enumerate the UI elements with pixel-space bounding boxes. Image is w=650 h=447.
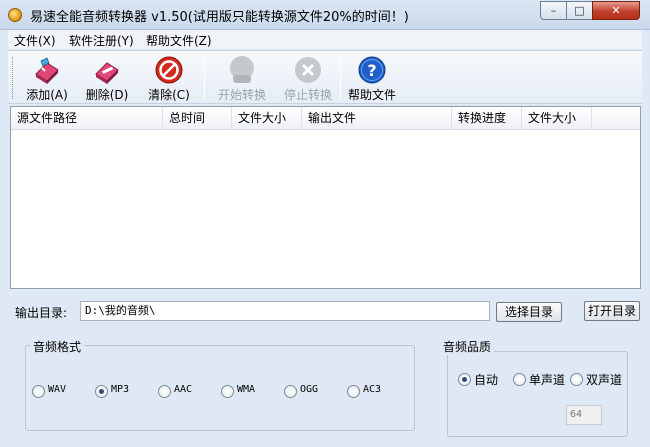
format-radio-ogg[interactable]: OGG <box>284 384 334 400</box>
format-radio-wma[interactable]: WMA <box>221 384 271 400</box>
add-button[interactable]: 添加(A) <box>22 53 72 103</box>
toolbar-separator <box>204 57 205 99</box>
column-output-file[interactable]: 输出文件 <box>302 107 452 130</box>
stop-convert-icon <box>295 57 321 83</box>
quality-radio-auto[interactable]: 自动 <box>458 372 508 388</box>
start-convert-button[interactable]: 开始转换 <box>212 53 272 103</box>
quality-label: 自动 <box>474 373 499 387</box>
delete-button[interactable]: 删除(D) <box>82 53 132 103</box>
start-convert-label: 开始转换 <box>217 88 266 102</box>
close-button[interactable]: ✕ <box>592 1 640 20</box>
radio-circle <box>158 385 171 398</box>
menu-register[interactable]: 软件注册(Y) <box>69 32 134 49</box>
help-label: 帮助文件 <box>347 88 396 102</box>
column-output-size[interactable]: 文件大小 <box>522 107 592 130</box>
radio-circle <box>570 373 583 386</box>
clear-icon <box>155 56 183 84</box>
format-radio-mp3[interactable]: MP3 <box>95 384 145 400</box>
clear-button[interactable]: 清除(C) <box>144 53 194 103</box>
audio-quality-title: 音频品质 <box>440 338 495 355</box>
quality-radio-mono[interactable]: 单声道 <box>513 372 573 388</box>
format-radio-ac3[interactable]: AC3 <box>347 384 397 400</box>
stop-convert-button[interactable]: 停止转换 <box>278 53 338 103</box>
open-dir-button[interactable]: 打开目录 <box>584 301 640 321</box>
column-source-path[interactable]: 源文件路径 <box>11 107 163 130</box>
file-list[interactable]: 源文件路径 总时间 文件大小 输出文件 转换进度 文件大小 <box>10 106 641 289</box>
radio-circle <box>458 373 471 386</box>
format-label: WMA <box>237 384 256 395</box>
format-label: AC3 <box>363 384 382 395</box>
quality-radio-stereo[interactable]: 双声道 <box>570 372 630 388</box>
title-bar[interactable]: 易速全能音频转换器 v1.50(试用版只能转换源文件20%的时间！) – □ ✕ <box>0 0 650 30</box>
toolbar: 添加(A) 删除(D) 清除(C) 开始转换 停止转换 ? 帮助文件 <box>8 50 642 104</box>
output-dir-field[interactable]: D:\我的音频\ <box>80 301 490 321</box>
app-icon <box>8 8 22 22</box>
toolbar-separator <box>340 57 341 99</box>
menu-file[interactable]: 文件(X) <box>14 32 56 49</box>
choose-dir-button[interactable]: 选择目录 <box>496 302 562 322</box>
minimize-button[interactable]: – <box>540 1 567 20</box>
menu-bar: 文件(X) 软件注册(Y) 帮助文件(Z) <box>8 30 642 49</box>
radio-circle <box>221 385 234 398</box>
format-radio-aac[interactable]: AAC <box>158 384 208 400</box>
window-title: 易速全能音频转换器 v1.50(试用版只能转换源文件20%的时间！) <box>30 10 409 25</box>
column-progress[interactable]: 转换进度 <box>452 107 522 130</box>
maximize-button[interactable]: □ <box>566 1 593 20</box>
add-file-icon <box>35 57 59 84</box>
stop-convert-label: 停止转换 <box>283 88 332 102</box>
delete-file-icon <box>95 62 119 84</box>
radio-circle <box>284 385 297 398</box>
add-label: 添加(A) <box>26 88 68 102</box>
radio-circle <box>513 373 526 386</box>
format-label: MP3 <box>111 384 130 395</box>
quality-label: 单声道 <box>529 373 566 387</box>
column-file-size[interactable]: 文件大小 <box>232 107 302 130</box>
toolbar-grip[interactable] <box>12 57 15 99</box>
clear-label: 清除(C) <box>148 88 190 102</box>
svg-text:?: ? <box>367 61 376 80</box>
help-button[interactable]: ? 帮助文件 <box>344 53 400 103</box>
format-radio-wav[interactable]: WAV <box>32 384 82 400</box>
output-dir-label: 输出目录: <box>15 306 68 320</box>
radio-circle <box>95 385 108 398</box>
audio-format-title: 音频格式 <box>30 338 85 355</box>
radio-circle <box>32 385 45 398</box>
format-label: OGG <box>300 384 319 395</box>
quality-label: 双声道 <box>586 373 623 387</box>
column-total-time[interactable]: 总时间 <box>163 107 232 130</box>
radio-circle <box>347 385 360 398</box>
format-label: AAC <box>174 384 193 395</box>
format-label: WAV <box>48 384 67 395</box>
list-header: 源文件路径 总时间 文件大小 输出文件 转换进度 文件大小 <box>11 107 640 130</box>
delete-label: 删除(D) <box>85 88 129 102</box>
bitrate-field[interactable]: 64 <box>566 405 602 425</box>
help-icon: ? <box>358 56 386 84</box>
start-convert-icon <box>230 56 254 83</box>
menu-help[interactable]: 帮助文件(Z) <box>146 32 212 49</box>
